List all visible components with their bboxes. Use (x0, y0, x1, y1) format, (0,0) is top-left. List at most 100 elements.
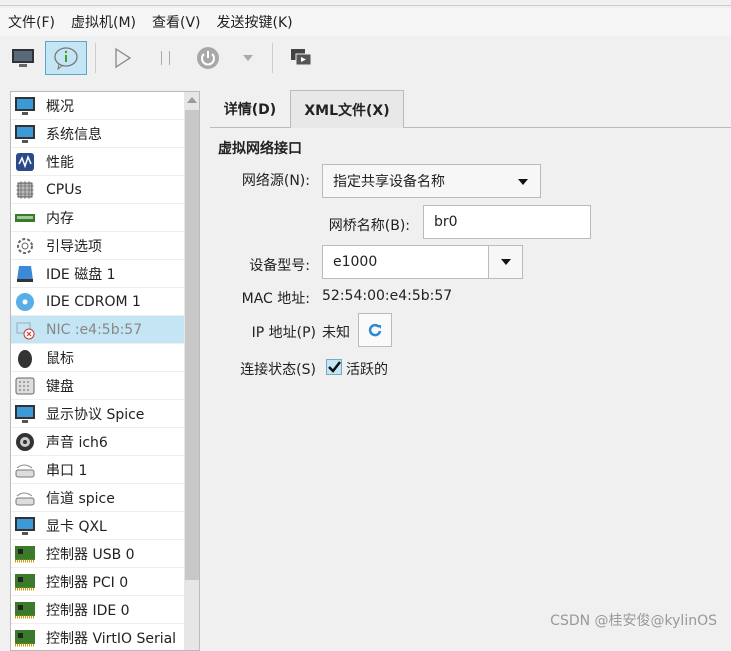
menu-sendkey[interactable]: 发送按键(K) (209, 12, 301, 32)
sidebar-item-label: IDE CDROM 1 (46, 293, 141, 310)
link-state-checkbox[interactable] (326, 359, 342, 375)
bridge-label: 网桥名称(B): (328, 218, 410, 234)
menu-vm[interactable]: 虚拟机(M) (63, 12, 144, 32)
sidebar-item-label: 显卡 QXL (46, 518, 107, 535)
sidebar-item-label: 信道 spice (46, 490, 115, 507)
sidebar-item[interactable]: 显示协议 Spice (11, 400, 184, 428)
menubar: 文件(F) 虚拟机(M) 查看(V) 发送按键(K) (0, 8, 731, 36)
power-icon (197, 47, 219, 69)
network-source-value: 指定共享设备名称 (333, 174, 445, 190)
sidebar-item[interactable]: CPUs (11, 176, 184, 204)
section-title: 虚拟网络接口 (218, 141, 302, 157)
sidebar-item-label: 性能 (46, 154, 74, 171)
gear-icon (14, 236, 36, 256)
menu-file[interactable]: 文件(F) (0, 12, 63, 32)
sidebar-item[interactable]: IDE 磁盘 1 (11, 260, 184, 288)
pause-icon (161, 51, 170, 65)
bridge-name-input[interactable]: br0 (423, 205, 591, 239)
tab-xml[interactable]: XML文件(X) (290, 90, 404, 128)
sidebar-item[interactable]: 控制器 PCI 0 (11, 568, 184, 596)
monitor-icon (12, 49, 34, 67)
top-border (0, 5, 731, 6)
source-label: 网络源(N): (241, 173, 310, 189)
sidebar-item[interactable]: 串口 1 (11, 456, 184, 484)
sidebar-item[interactable]: 信道 spice (11, 484, 184, 512)
speaker-icon (14, 432, 36, 452)
refresh-ip-button[interactable] (358, 313, 392, 347)
sidebar-item-label: IDE 磁盘 1 (46, 266, 116, 283)
sidebar-item-label: 概况 (46, 98, 74, 115)
sidebar-item-label: 鼠标 (46, 350, 74, 367)
sidebar-item-label: 内存 (46, 210, 74, 227)
chevron-down-icon (243, 55, 253, 61)
ip-label: IP 地址(P) (251, 325, 316, 341)
toolbar (0, 38, 731, 78)
sidebar-item-label: 系统信息 (46, 126, 102, 143)
sidebar-item[interactable]: 控制器 USB 0 (11, 540, 184, 568)
nic-icon (14, 320, 36, 340)
sidebar-item[interactable]: 系统信息 (11, 120, 184, 148)
scrollbar-thumb[interactable] (185, 110, 199, 580)
mac-label: MAC 地址: (241, 291, 310, 307)
screens-icon (291, 49, 312, 66)
link-state-text: 活跃的 (346, 362, 388, 378)
mouse-icon (14, 348, 36, 368)
hardware-list: 控制器 VirtIO Serial 控制器 IDE 0 控制器 PCI 0 控制器 U… (10, 91, 200, 651)
sidebar-item[interactable]: 概况 (11, 92, 184, 120)
sidebar-item[interactable]: NIC :e4:5b:57 (11, 316, 184, 344)
scroll-up-icon[interactable] (187, 97, 197, 103)
sidebar-item-label: 控制器 VirtIO Serial (46, 630, 177, 647)
run-button[interactable] (101, 41, 143, 75)
sidebar-item-label: 串口 1 (46, 462, 88, 479)
controller-icon (14, 628, 36, 648)
disk-icon (14, 264, 36, 284)
shutdown-menu-button[interactable] (228, 41, 268, 75)
device-model-combo[interactable]: e1000 (322, 245, 523, 279)
sidebar-item-label: CPUs (46, 181, 82, 198)
tab-details[interactable]: 详情(D) (210, 90, 290, 128)
keyboard-icon (14, 376, 36, 396)
sidebar-item[interactable]: 声音 ich6 (11, 428, 184, 456)
serial-icon (14, 488, 36, 508)
tab-bar: 详情(D) XML文件(X) (210, 90, 731, 128)
watermark: CSDN @桂安俊@kylinOS (550, 613, 717, 629)
sidebar-item[interactable]: 键盘 (11, 372, 184, 400)
network-source-select[interactable]: 指定共享设备名称 (322, 164, 541, 198)
chevron-down-icon (501, 259, 511, 265)
refresh-icon (368, 323, 382, 337)
shutdown-button[interactable] (187, 41, 229, 75)
toolbar-separator (95, 43, 96, 73)
device-model-dropdown[interactable] (488, 246, 522, 278)
controller-icon (14, 600, 36, 620)
sidebar-item-label: 显示协议 Spice (46, 406, 145, 423)
sidebar-item[interactable]: 显卡 QXL (11, 512, 184, 540)
cpu-icon (14, 180, 36, 200)
menu-view[interactable]: 查看(V) (144, 12, 209, 32)
monitor-icon (14, 516, 36, 536)
ip-value: 未知 (322, 325, 350, 341)
sidebar-item[interactable]: 控制器 VirtIO Serial (11, 624, 184, 650)
monitor-icon (14, 96, 36, 116)
sidebar-item[interactable]: IDE CDROM 1 (11, 288, 184, 316)
cdrom-icon (14, 292, 36, 312)
link-label: 连接状态(S) (240, 362, 316, 378)
details-button[interactable] (45, 41, 87, 75)
sidebar-item[interactable]: 内存 (11, 204, 184, 232)
performance-icon (14, 152, 36, 172)
sidebar-item-label: 控制器 USB 0 (46, 546, 135, 563)
model-label: 设备型号: (249, 258, 310, 274)
chevron-down-icon (518, 179, 528, 185)
info-icon (54, 47, 78, 70)
sidebar-item[interactable]: 鼠标 (11, 344, 184, 372)
serial-icon (14, 460, 36, 480)
sidebar-item-label: NIC :e4:5b:57 (46, 321, 143, 338)
fullscreen-button[interactable] (280, 41, 322, 75)
sidebar-item[interactable]: 性能 (11, 148, 184, 176)
sidebar-item[interactable]: 引导选项 (11, 232, 184, 260)
scrollbar[interactable] (184, 92, 199, 650)
console-button[interactable] (2, 41, 44, 75)
pause-button[interactable] (145, 41, 187, 75)
mac-value: 52:54:00:e4:5b:57 (322, 288, 453, 304)
sidebar-item-label: 控制器 PCI 0 (46, 574, 129, 591)
sidebar-item[interactable]: 控制器 IDE 0 (11, 596, 184, 624)
